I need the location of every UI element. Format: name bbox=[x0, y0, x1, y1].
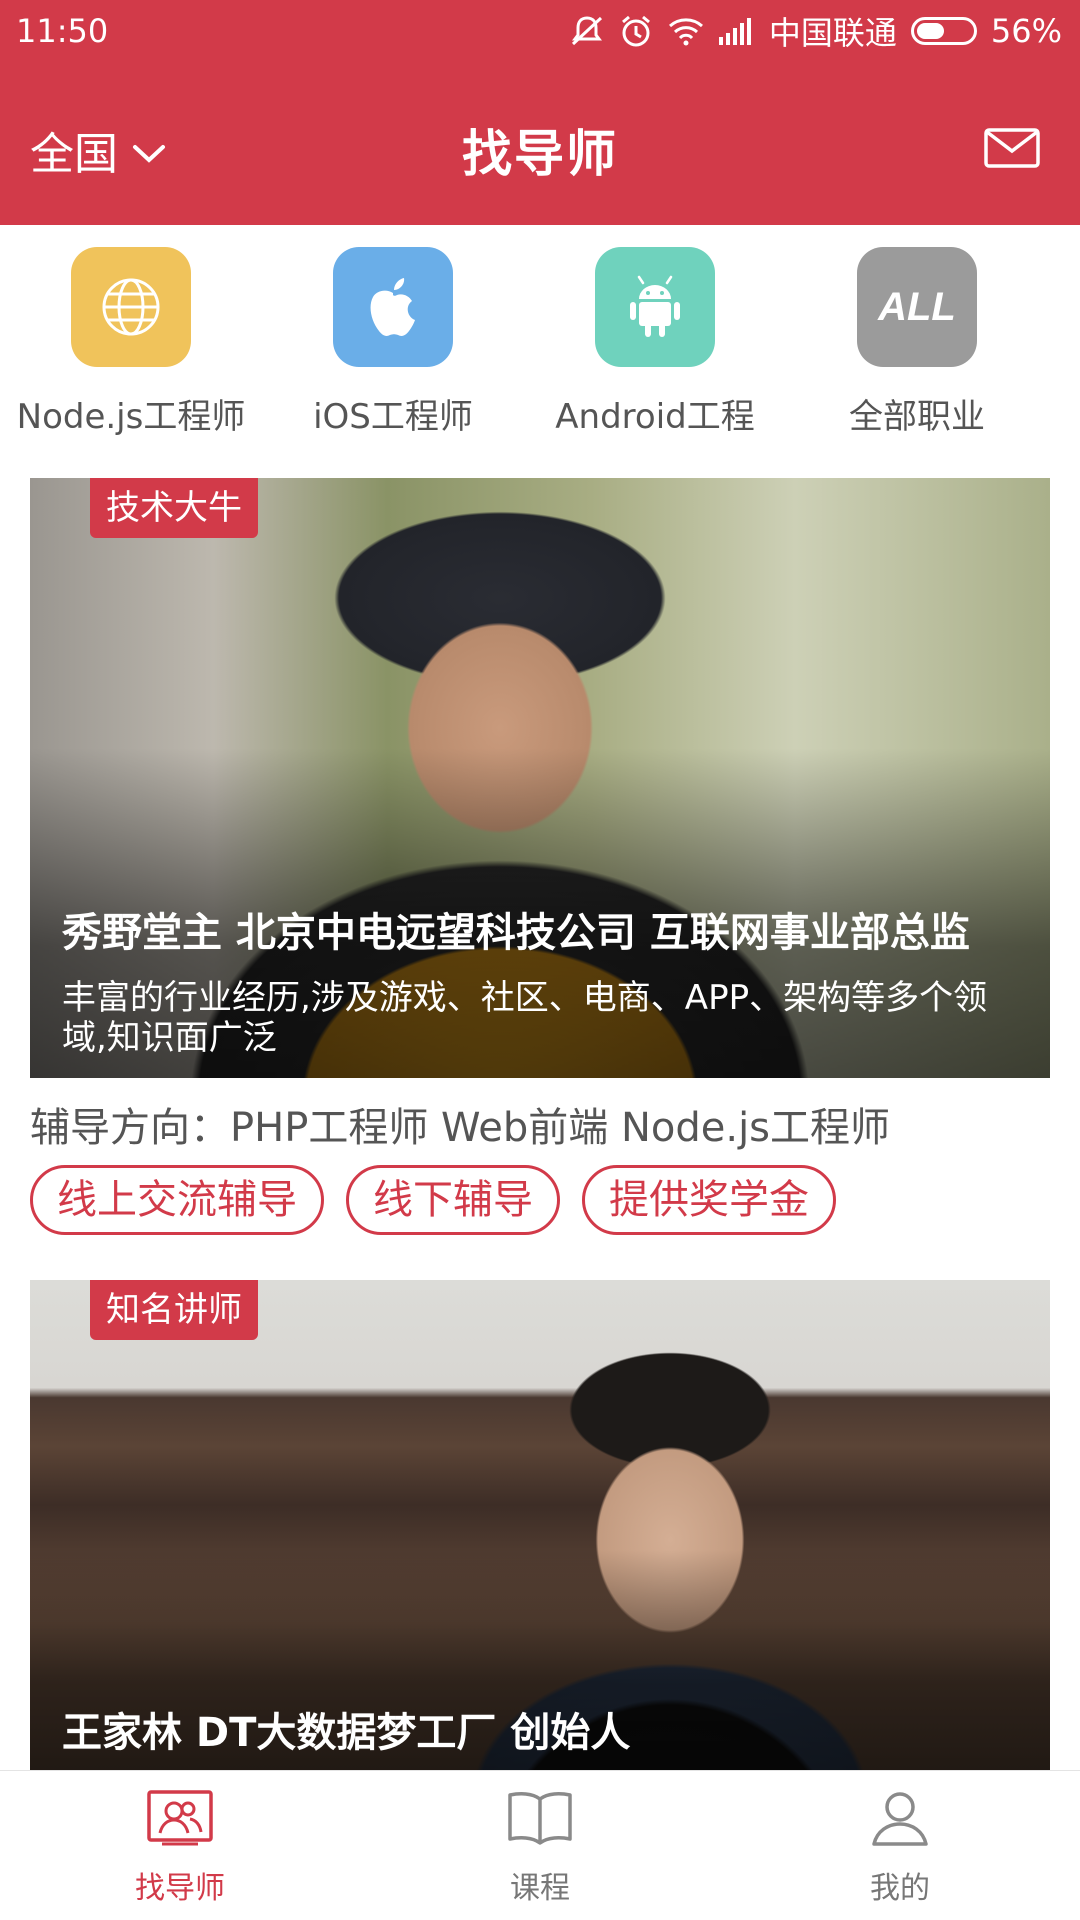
tab-label: 找导师 bbox=[135, 1871, 225, 1906]
wifi-icon bbox=[667, 16, 705, 46]
mail-button[interactable] bbox=[984, 128, 1040, 172]
header: 11:50 中国联通 56% 全国 找导师 bbox=[0, 0, 1080, 225]
card-tag: 技术大牛 bbox=[90, 478, 258, 538]
category-label: 全部职业 bbox=[849, 397, 985, 437]
category-all[interactable]: ALL 全部职业 bbox=[786, 225, 1048, 455]
category-android[interactable]: Android工程 bbox=[524, 225, 786, 455]
mentor-icon bbox=[146, 1789, 214, 1851]
carrier-name: 中国联通 bbox=[768, 14, 897, 52]
mute-icon bbox=[569, 14, 605, 48]
card-title: 王家林 DT大数据梦工厂 创始人 bbox=[62, 1710, 631, 1756]
screen: 11:50 中国联通 56% 全国 找导师 Node.js工程师 iOS工程师 … bbox=[0, 0, 1080, 1920]
globe-icon bbox=[71, 247, 191, 367]
category-label: iOS工程师 bbox=[313, 397, 473, 437]
all-icon-text: ALL bbox=[878, 284, 956, 329]
card-title: 秀野堂主 北京中电远望科技公司 互联网事业部总监 bbox=[62, 910, 970, 956]
mentor-direction: 辅导方向：PHP工程师 Web前端 Node.js工程师 bbox=[30, 1105, 891, 1151]
tab-label: 课程 bbox=[510, 1871, 570, 1906]
mail-icon bbox=[984, 128, 1040, 172]
apple-icon bbox=[333, 247, 453, 367]
user-icon bbox=[866, 1789, 934, 1851]
card-description: 丰富的行业经历,涉及游戏、社区、电商、APP、架构等多个领域,知识面广泛 bbox=[62, 978, 988, 1058]
status-icons: 中国联通 56% bbox=[569, 8, 1062, 54]
service-pills: 线上交流辅导 线下辅导 提供奖学金 bbox=[30, 1165, 836, 1235]
tab-label: 我的 bbox=[870, 1871, 930, 1906]
nav-bar: 全国 找导师 bbox=[0, 90, 1080, 210]
category-ios[interactable]: iOS工程师 bbox=[262, 225, 524, 455]
tab-mine[interactable]: 我的 bbox=[720, 1771, 1080, 1920]
book-icon bbox=[506, 1789, 574, 1851]
bottom-tab-bar: 找导师 课程 我的 bbox=[0, 1770, 1080, 1920]
category-label: Node.js工程师 bbox=[16, 397, 246, 437]
service-pill: 提供奖学金 bbox=[582, 1165, 836, 1235]
category-row: Node.js工程师 iOS工程师 Android工程 ALL 全部职业 bbox=[0, 225, 1080, 455]
region-selector[interactable]: 全国 bbox=[30, 118, 166, 182]
page-title: 找导师 bbox=[462, 125, 618, 183]
battery-level bbox=[916, 23, 945, 39]
card-tag: 知名讲师 bbox=[90, 1280, 258, 1340]
category-label: Android工程 bbox=[555, 397, 755, 437]
status-time: 11:50 bbox=[16, 12, 109, 50]
alarm-icon bbox=[619, 14, 653, 48]
all-icon: ALL bbox=[857, 247, 977, 367]
tab-find-mentor[interactable]: 找导师 bbox=[0, 1771, 360, 1920]
mentor-card-photo[interactable]: 知名讲师 王家林 DT大数据梦工厂 创始人 bbox=[30, 1280, 1050, 1770]
battery-icon bbox=[910, 17, 977, 45]
chevron-down-icon bbox=[132, 125, 166, 176]
android-icon bbox=[595, 247, 715, 367]
signal-icon bbox=[718, 17, 755, 45]
region-label: 全国 bbox=[30, 129, 118, 180]
status-bar: 11:50 中国联通 56% bbox=[0, 0, 1080, 62]
mentor-card-photo[interactable]: 技术大牛 秀野堂主 北京中电远望科技公司 互联网事业部总监 丰富的行业经历,涉及… bbox=[30, 478, 1050, 1078]
battery-percent: 56% bbox=[990, 12, 1062, 50]
category-nodejs[interactable]: Node.js工程师 bbox=[0, 225, 262, 455]
service-pill: 线下辅导 bbox=[346, 1165, 560, 1235]
service-pill: 线上交流辅导 bbox=[30, 1165, 324, 1235]
tab-courses[interactable]: 课程 bbox=[360, 1771, 720, 1920]
